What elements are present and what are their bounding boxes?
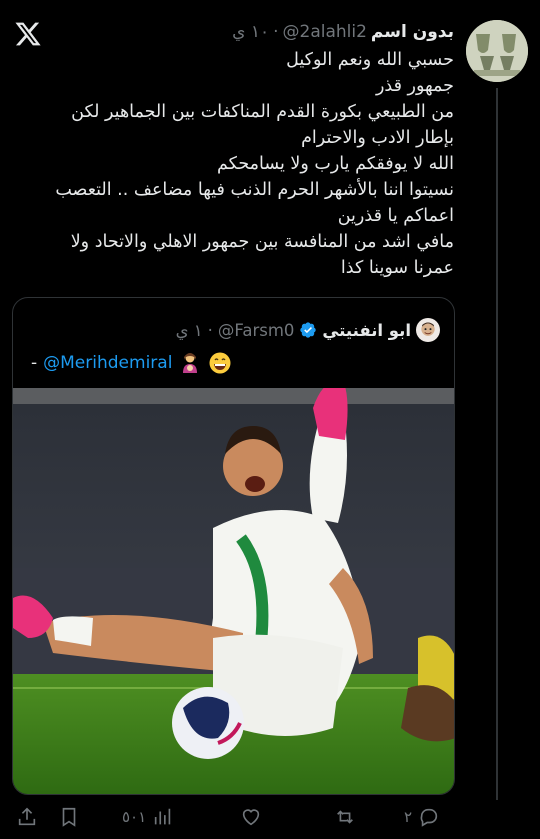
quoted-author-handle[interactable]: @Farsm0	[218, 321, 295, 340]
quoted-author-name[interactable]: ابو انفنيتي	[322, 321, 411, 340]
separator-dot: ·	[273, 22, 279, 42]
verified-badge-icon	[299, 321, 317, 339]
tweet-action-bar: ٥٠١ ٢	[0, 800, 540, 836]
bookmark-icon	[62, 807, 76, 827]
quoted-tweet-text: - @Merihdemiral	[31, 351, 232, 375]
author-handle[interactable]: @2alahli2	[283, 22, 367, 42]
retweet-icon	[337, 810, 353, 824]
reply-count: ٢	[404, 808, 413, 826]
quoted-tweet[interactable]: ابو انفنيتي @Farsm0 · ١ ي - @Merihdemira…	[12, 297, 455, 795]
tweet-line: نسيتوا اننا بالأشهر الحرم الذنب فيها مضا…	[55, 180, 454, 200]
like-button[interactable]	[240, 806, 268, 828]
heart-icon	[242, 809, 260, 826]
thread-line	[496, 88, 498, 800]
tweet-line: جمهور قذر	[375, 76, 454, 96]
quoted-dash: -	[31, 353, 38, 373]
mention-link[interactable]: @Merihdemiral	[43, 353, 172, 373]
tweet-line: من الطبيعي بكورة القدم المناكفات بين الج…	[71, 102, 454, 122]
x-logo-icon[interactable]	[14, 20, 42, 48]
tweet-text: حسبي الله ونعم الوكيل جمهور قذر من الطبي…	[14, 47, 454, 281]
tweet-line: عمرنا سوينا كذا	[340, 258, 454, 278]
quoted-author-avatar[interactable]	[416, 318, 440, 342]
tweet-time[interactable]: ١٠ ي	[232, 22, 269, 42]
grinning-face-emoji-icon	[208, 351, 232, 375]
views-chart-icon	[155, 808, 171, 825]
author-avatar[interactable]	[466, 20, 528, 82]
tweet-line: حسبي الله ونعم الوكيل	[286, 50, 454, 70]
quoted-tweet-media[interactable]	[13, 388, 454, 794]
tweet-line: بإطار الادب والاحترام	[301, 128, 454, 148]
bookmark-button[interactable]	[58, 806, 80, 828]
tweet-line: الله لا يوفقكم يارب ولا يسامحكم	[217, 154, 454, 174]
reply-icon	[420, 808, 438, 827]
quoted-tweet-header: ابو انفنيتي @Farsm0 · ١ ي	[176, 318, 440, 342]
views-count: ٥٠١	[122, 808, 147, 826]
tweet-header: بدون اسم @2alahli2 · ١٠ ي	[232, 22, 454, 42]
tweet-line: مافي اشد من المنافسة بين جمهور الاهلي وا…	[70, 232, 454, 252]
author-name[interactable]: بدون اسم	[371, 22, 454, 42]
woman-with-baby-emoji-icon	[178, 351, 202, 375]
share-icon	[18, 807, 36, 826]
reply-button[interactable]: ٢	[404, 806, 440, 828]
retweet-button[interactable]	[334, 806, 362, 828]
tweet-line: اعماكم يا قذرين	[337, 206, 454, 226]
quoted-time-separator: ·	[207, 320, 213, 340]
views-button[interactable]: ٥٠١	[122, 806, 174, 828]
share-button[interactable]	[16, 806, 38, 828]
quoted-tweet-time[interactable]: ١ ي	[176, 321, 203, 340]
